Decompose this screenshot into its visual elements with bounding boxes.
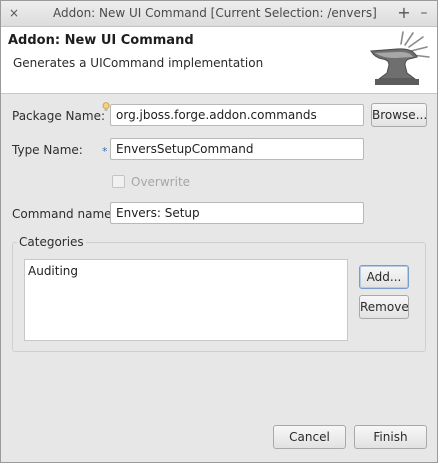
overwrite-checkbox[interactable] — [112, 175, 125, 188]
overwrite-label: Overwrite — [131, 175, 191, 189]
command-name-field[interactable]: Envers: Setup — [110, 202, 364, 224]
remove-category-button[interactable]: Remove — [359, 295, 409, 319]
dialog-window: × Addon: New UI Command [Current Selecti… — [0, 0, 438, 463]
minimize-icon[interactable]: – — [417, 4, 431, 22]
anvil-icon — [370, 31, 430, 85]
page-title: Addon: New UI Command — [8, 33, 194, 48]
list-item[interactable]: Auditing — [28, 264, 78, 278]
window-title: Addon: New UI Command [Current Selection… — [53, 6, 377, 20]
maximize-icon[interactable]: + — [397, 4, 411, 22]
lightbulb-icon — [102, 102, 110, 111]
categories-list[interactable]: Auditing — [24, 259, 348, 341]
browse-button[interactable]: Browse... — [371, 103, 427, 127]
categories-title: Categories — [17, 235, 86, 249]
cancel-button[interactable]: Cancel — [273, 425, 346, 449]
page-description: Generates a UICommand implementation — [13, 56, 264, 70]
add-category-button[interactable]: Add... — [359, 265, 409, 289]
required-marker: * — [102, 145, 108, 158]
package-name-field[interactable]: org.jboss.forge.addon.commands — [110, 104, 364, 126]
type-name-field[interactable]: EnversSetupCommand — [110, 138, 364, 160]
title-bar: × Addon: New UI Command [Current Selecti… — [1, 1, 437, 27]
command-name-label: Command name: — [12, 207, 116, 221]
wizard-header: Addon: New UI Command Generates a UIComm… — [1, 27, 437, 94]
close-icon[interactable]: × — [7, 6, 21, 20]
package-name-label: Package Name: — [12, 109, 105, 123]
type-name-label: Type Name: — [12, 143, 83, 157]
finish-button[interactable]: Finish — [354, 425, 427, 449]
